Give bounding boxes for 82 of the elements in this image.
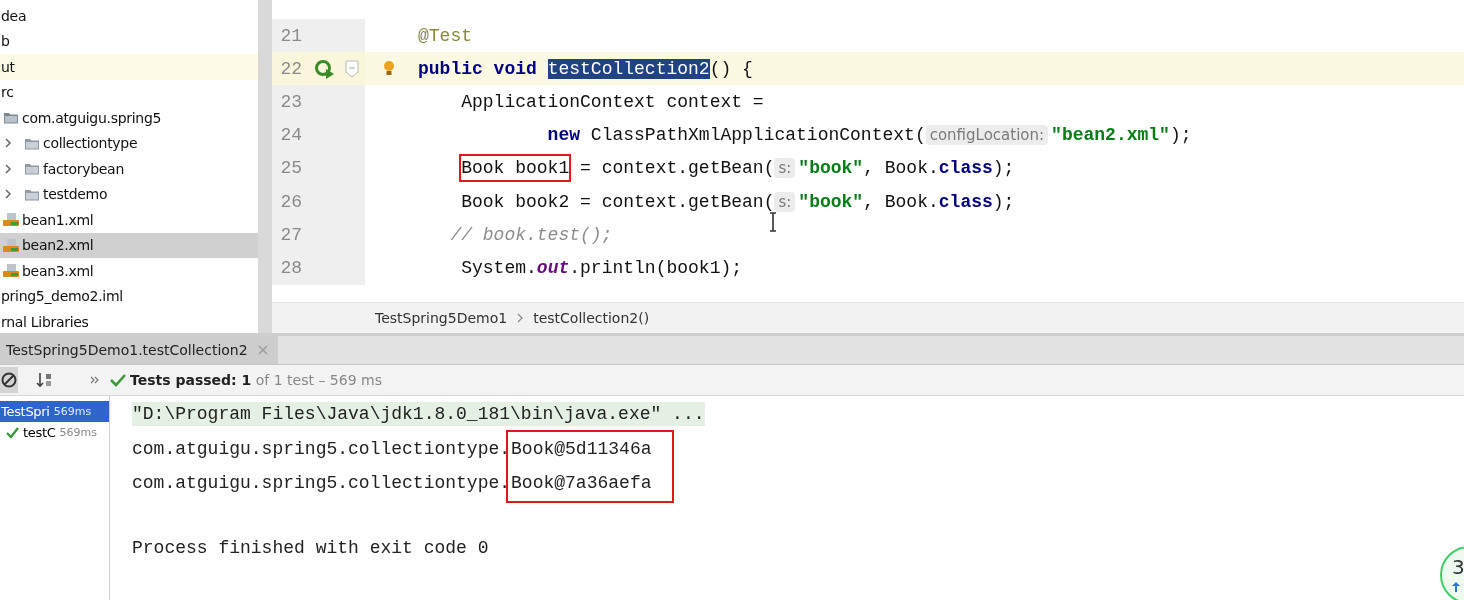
check-icon — [110, 373, 126, 387]
console-output-text: com.atguigu.spring5.collectiontype. — [132, 437, 511, 461]
parameter-hint: s: — [774, 191, 796, 212]
tree-item[interactable]: rnal Libraries — [1, 313, 89, 330]
code-text: "book" — [798, 158, 864, 179]
tree-item[interactable]: dea — [1, 7, 27, 24]
folder-icon — [3, 110, 19, 126]
code-text: .println(book1); — [569, 257, 743, 278]
tree-item[interactable]: rc — [1, 84, 14, 101]
test-name: TestSpri — [1, 404, 50, 419]
code-text: ApplicationContext context = — [461, 91, 764, 112]
code-comment: // book.test(); — [450, 224, 613, 245]
code-text: , Book. — [863, 158, 939, 179]
tree-item[interactable]: b — [1, 33, 10, 50]
stop-icon — [1, 372, 17, 388]
stop-button[interactable] — [0, 367, 18, 393]
code-text: class — [938, 191, 993, 212]
run-test-icon — [314, 58, 336, 79]
code-text: out — [536, 257, 570, 278]
floating-widget[interactable]: 3 — [1440, 546, 1464, 600]
test-duration: 569ms — [59, 426, 97, 439]
code-text: ); — [1169, 125, 1192, 146]
highlight-box: Book book1 — [461, 156, 570, 181]
tree-item[interactable]: factorybean — [43, 160, 124, 177]
console-output-text: Process finished with exit code 0 — [132, 536, 490, 560]
code-text: System. — [461, 257, 537, 278]
code-text: ClassPathXmlApplicationContext( — [590, 125, 926, 146]
breadcrumb-item[interactable]: testCollection2() — [533, 310, 650, 327]
line-number: 25 — [279, 158, 302, 179]
breadcrumb-item[interactable]: TestSpring5Demo1 — [375, 310, 508, 327]
folder-icon — [24, 161, 40, 177]
test-tree-row[interactable]: TestSpri 569ms — [0, 401, 109, 422]
line-number: 24 — [279, 125, 302, 146]
lightbulb-icon — [383, 59, 395, 78]
line-number: 21 — [279, 25, 302, 46]
tree-item[interactable]: pring5_demo2.iml — [1, 288, 123, 305]
selected-text: testCollection2 — [547, 58, 710, 79]
line-number: 22 — [279, 58, 302, 79]
code-text: () { — [709, 58, 753, 79]
code-text: "bean2.xml" — [1051, 125, 1170, 146]
code-text: = context.getBean( — [579, 158, 775, 179]
tree-item[interactable]: com.atguigu.spring5 — [22, 109, 162, 126]
close-icon — [257, 345, 268, 355]
test-duration: 569ms — [53, 405, 92, 418]
parameter-hint: configLocation: — [925, 125, 1049, 146]
code-text: ); — [992, 158, 1015, 179]
parameter-hint: s: — [774, 158, 796, 179]
tree-item[interactable]: collectiontype — [43, 135, 138, 152]
widget-number: 3 — [1452, 556, 1464, 578]
code-text: public void — [418, 58, 538, 79]
line-number: 26 — [279, 191, 302, 212]
console-output-text: com.atguigu.spring5.collectiontype. — [132, 472, 511, 496]
double-chevron-icon — [90, 375, 100, 385]
fold-marker-icon — [345, 59, 359, 78]
up-arrow-icon — [1452, 582, 1460, 592]
sort-icon — [36, 371, 54, 389]
code-text: , Book. — [863, 191, 939, 212]
tree-row[interactable]: bean3.xml — [0, 258, 258, 284]
console-output-text: Book@5d11346a — [511, 437, 652, 461]
code-text: ); — [992, 191, 1015, 212]
console-output-text: Book@7a36aefa — [511, 472, 652, 496]
tree-item[interactable]: testdemo — [43, 186, 108, 203]
chevron-right-icon — [517, 313, 524, 324]
text-cursor-icon — [769, 212, 777, 232]
line-number: 23 — [279, 91, 302, 112]
line-number: 27 — [279, 224, 302, 245]
code-text: @Test — [418, 25, 472, 46]
test-name: testC — [23, 425, 56, 440]
code-text: new — [547, 125, 581, 146]
tree-row[interactable]: bean1.xml — [0, 207, 258, 233]
line-number: 28 — [279, 257, 302, 278]
test-status-text: Tests passed: 1 of 1 test – 569 ms — [130, 372, 382, 388]
selected-tree-row[interactable]: bean2.xml — [0, 232, 258, 258]
xml-file-icon — [3, 237, 19, 253]
code-text: Book book2 = context.getBean( — [461, 191, 775, 212]
run-tab[interactable]: TestSpring5Demo1.testCollection2 — [0, 336, 278, 364]
code-text: class — [938, 158, 993, 179]
test-tree-row[interactable]: testC 569ms — [0, 422, 109, 443]
xml-file-icon — [3, 263, 19, 279]
xml-file-icon — [3, 212, 19, 228]
highlighted-tree-row[interactable]: ut — [0, 54, 258, 80]
code-text: "book" — [798, 191, 864, 212]
